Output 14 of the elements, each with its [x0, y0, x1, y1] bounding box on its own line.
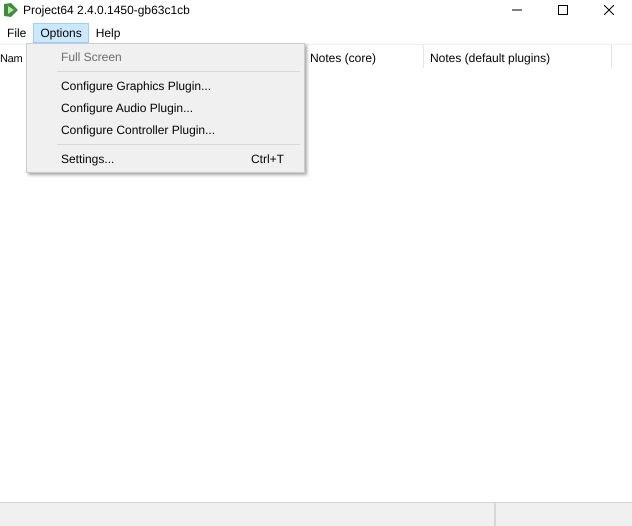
column-header[interactable]: Nam [0, 53, 22, 65]
menu-item[interactable]: Settings... Ctrl+T [27, 148, 304, 170]
maximize-icon [558, 5, 568, 15]
menu-item[interactable]: Configure Controller Plugin... [27, 119, 304, 141]
menu-bar-item[interactable]: Options [33, 23, 89, 43]
menu-bar-item[interactable]: Help [88, 23, 128, 43]
app-logo-icon [3, 2, 19, 18]
window-title: Project64 2.4.0.1450-gb63c1cb [23, 2, 190, 19]
column-header[interactable]: Notes (default plugins) [424, 45, 612, 68]
menu-item[interactable]: Configure Graphics Plugin... [27, 75, 304, 97]
shortcut-label: Ctrl+T [251, 151, 284, 168]
close-icon [604, 5, 614, 15]
menu-item[interactable]: Configure Audio Plugin... [27, 97, 304, 119]
menu-bar-item[interactable]: File [0, 23, 34, 43]
